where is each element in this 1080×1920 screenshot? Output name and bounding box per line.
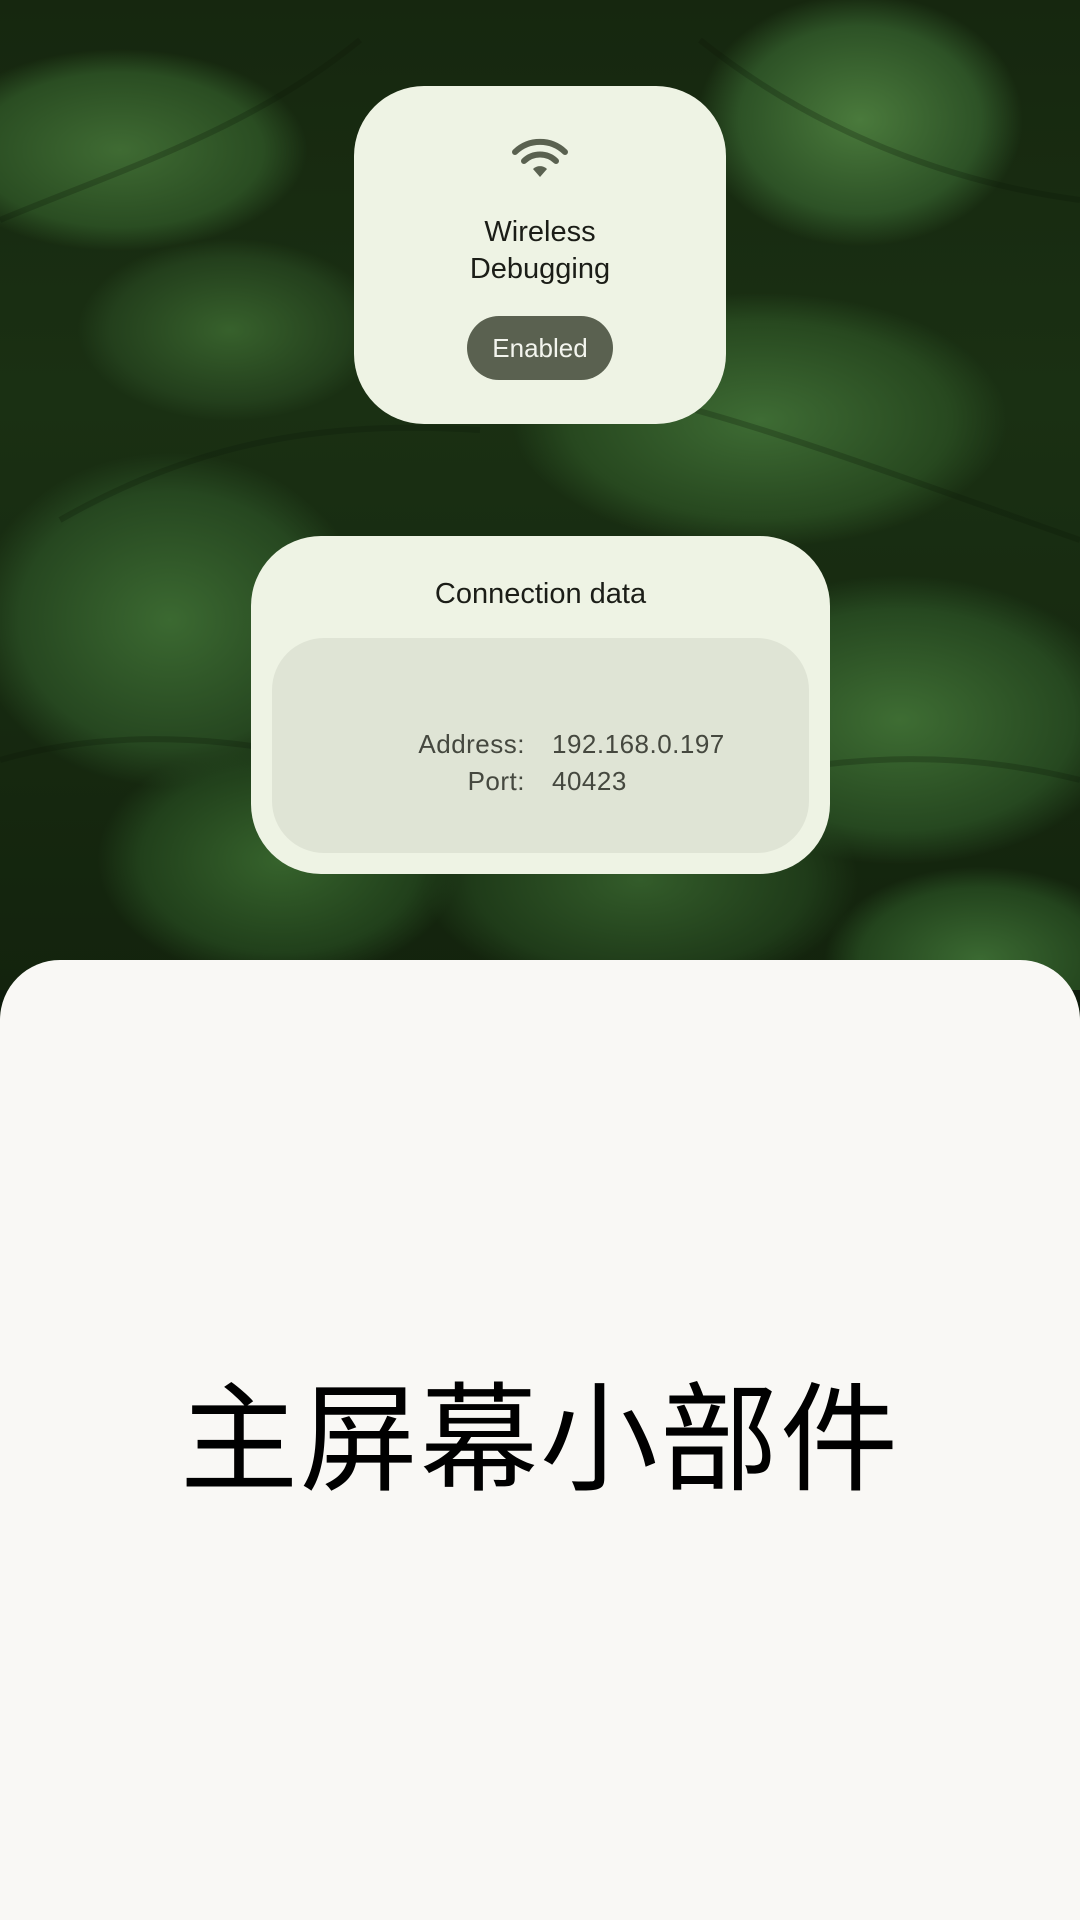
wifi-icon (512, 138, 568, 177)
sheet-title: 主屏幕小部件 (179, 1371, 900, 1509)
port-label: Port: (467, 766, 525, 796)
widget-title-line2: Debugging (469, 253, 611, 285)
connection-title: Connection data (434, 578, 647, 610)
connection-data-widget[interactable]: Connection data Address: 192.168.0.197 P… (251, 536, 830, 874)
address-label: Address: (418, 729, 525, 759)
wireless-debugging-widget[interactable]: Wireless Debugging Enabled (354, 86, 726, 424)
widget-title: Wireless Debugging (354, 214, 726, 288)
port-value: 40423 (552, 766, 627, 796)
widget-picker-sheet: 主屏幕小部件 (0, 960, 1080, 1920)
status-toggle-button[interactable]: Enabled (467, 316, 613, 380)
widget-title-line1: Wireless (484, 216, 596, 248)
address-value: 192.168.0.197 (552, 729, 725, 759)
connection-details-panel: Address: 192.168.0.197 Port: 40423 (272, 638, 809, 853)
